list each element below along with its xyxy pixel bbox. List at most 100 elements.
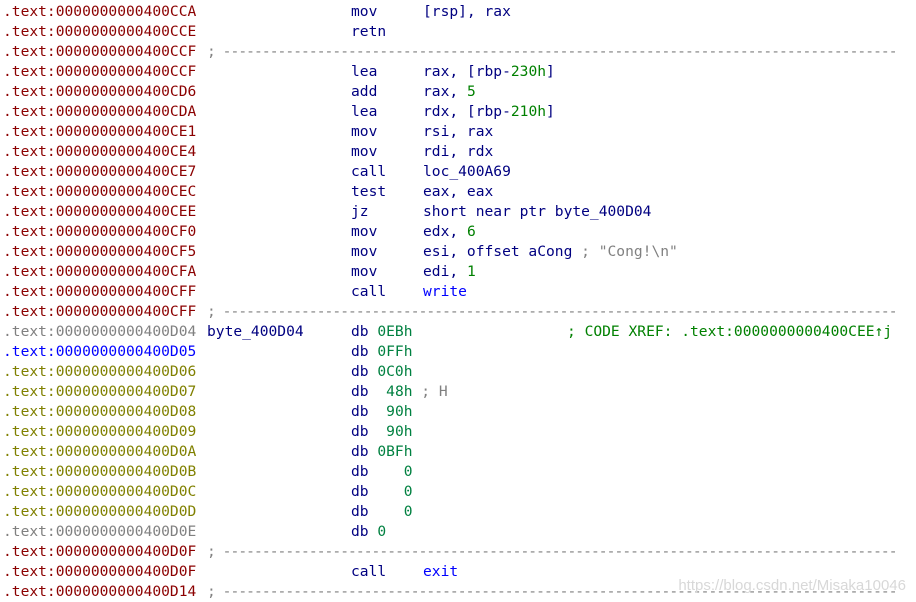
- operand-token[interactable]: 6: [467, 223, 476, 240]
- address[interactable]: .text:0000000000400CCF: [3, 42, 196, 62]
- operands[interactable]: loc_400A69: [423, 162, 511, 182]
- operand-token[interactable]: rax,: [423, 83, 467, 100]
- address[interactable]: .text:0000000000400CD6: [3, 82, 196, 102]
- operand-token[interactable]: write: [423, 283, 467, 300]
- address[interactable]: .text:0000000000400CEE: [3, 202, 196, 222]
- listing-line[interactable]: .text:0000000000400D0E db 0: [0, 522, 916, 542]
- listing-line[interactable]: .text:0000000000400D0D db 0: [0, 502, 916, 522]
- operands[interactable]: rax, [rbp-230h]: [423, 62, 555, 82]
- listing-line[interactable]: .text:0000000000400CF5 mov esi, offset aCo…: [0, 242, 916, 262]
- listing-line[interactable]: .text:0000000000400CCA mov [rsp], rax: [0, 2, 916, 22]
- operand-token[interactable]: 230h: [511, 63, 546, 80]
- listing-line[interactable]: .text:0000000000400CF0 mov edx, 6: [0, 222, 916, 242]
- operand-token[interactable]: 1: [467, 263, 476, 280]
- listing-line[interactable]: .text:0000000000400CFF call write: [0, 282, 916, 302]
- operand-token[interactable]: rax, [rbp-: [423, 63, 511, 80]
- operand-token[interactable]: short near ptr byte_400D04: [423, 203, 651, 220]
- operands[interactable]: rdx, [rbp-210h]: [423, 102, 555, 122]
- address[interactable]: .text:0000000000400CE1: [3, 122, 196, 142]
- operands[interactable]: edx, 6: [423, 222, 476, 242]
- listing-line[interactable]: .text:0000000000400D04 byte_400D04 db 0EBh…: [0, 322, 916, 342]
- address[interactable]: .text:0000000000400D05: [3, 342, 196, 362]
- listing-line[interactable]: .text:0000000000400CEC test eax, eax: [0, 182, 916, 202]
- address[interactable]: .text:0000000000400D0D: [3, 502, 196, 522]
- operands[interactable]: rsi, rax: [423, 122, 493, 142]
- address[interactable]: .text:0000000000400CCE: [3, 22, 196, 42]
- address[interactable]: .text:0000000000400D06: [3, 362, 196, 382]
- operands[interactable]: rdi, rdx: [423, 142, 493, 162]
- listing-line[interactable]: .text:0000000000400D0B db 0: [0, 462, 916, 482]
- mnemonic: db: [351, 503, 404, 520]
- address[interactable]: .text:0000000000400D09: [3, 422, 196, 442]
- address[interactable]: .text:0000000000400CE4: [3, 142, 196, 162]
- listing-line[interactable]: .text:0000000000400D08 db 90h: [0, 402, 916, 422]
- code-label[interactable]: byte_400D04: [207, 322, 304, 342]
- listing-line[interactable]: .text:0000000000400D05 db 0FFh: [0, 342, 916, 362]
- address[interactable]: .text:0000000000400D0A: [3, 442, 196, 462]
- operand-token[interactable]: loc_400A69: [423, 163, 511, 180]
- address[interactable]: .text:0000000000400D0B: [3, 462, 196, 482]
- listing-line[interactable]: .text:0000000000400CDA lea rdx, [rbp-210h]: [0, 102, 916, 122]
- listing-line[interactable]: .text:0000000000400D0F ; ----------------…: [0, 542, 916, 562]
- operand-token[interactable]: rdx, [rbp-: [423, 103, 511, 120]
- data-directive: db 0: [351, 482, 413, 502]
- operand-token[interactable]: rsi, rax: [423, 123, 493, 140]
- listing-line[interactable]: .text:0000000000400CE7 call loc_400A69: [0, 162, 916, 182]
- listing-line[interactable]: .text:0000000000400D09 db 90h: [0, 422, 916, 442]
- listing-line[interactable]: .text:0000000000400CE4 mov rdi, rdx: [0, 142, 916, 162]
- operand-token[interactable]: ]: [546, 103, 555, 120]
- operand-token[interactable]: esi, offset aCong: [423, 243, 581, 260]
- address[interactable]: .text:0000000000400D08: [3, 402, 196, 422]
- address[interactable]: .text:0000000000400D07: [3, 382, 196, 402]
- listing-line[interactable]: .text:0000000000400D0A db 0BFh: [0, 442, 916, 462]
- address[interactable]: .text:0000000000400CFF: [3, 302, 196, 322]
- operand-token[interactable]: eax, eax: [423, 183, 493, 200]
- address[interactable]: .text:0000000000400CDA: [3, 102, 196, 122]
- operands[interactable]: write: [423, 282, 467, 302]
- listing-line[interactable]: .text:0000000000400CEE jz short near ptr b…: [0, 202, 916, 222]
- address[interactable]: .text:0000000000400CFA: [3, 262, 196, 282]
- operands[interactable]: rax, 5: [423, 82, 476, 102]
- address[interactable]: .text:0000000000400CFF: [3, 282, 196, 302]
- address[interactable]: .text:0000000000400CF5: [3, 242, 196, 262]
- listing-line[interactable]: .text:0000000000400D07 db 48h ; H: [0, 382, 916, 402]
- operands[interactable]: [rsp], rax: [423, 2, 511, 22]
- listing-line[interactable]: .text:0000000000400CFA mov edi, 1: [0, 262, 916, 282]
- address[interactable]: .text:0000000000400D0F: [3, 562, 196, 582]
- listing-line[interactable]: .text:0000000000400CD6 add rax, 5: [0, 82, 916, 102]
- address[interactable]: .text:0000000000400CEC: [3, 182, 196, 202]
- operand-token[interactable]: edi,: [423, 263, 467, 280]
- operand-token[interactable]: [rsp], rax: [423, 3, 511, 20]
- operands[interactable]: esi, offset aCong ; "Cong!\n": [423, 242, 678, 262]
- address[interactable]: .text:0000000000400D0F: [3, 542, 196, 562]
- operand-token[interactable]: edx,: [423, 223, 467, 240]
- separator-comment: ; --------------------------------------…: [207, 303, 898, 320]
- disassembly-listing[interactable]: .text:0000000000400CCA mov [rsp], rax .text…: [0, 2, 916, 602]
- address[interactable]: .text:0000000000400CF0: [3, 222, 196, 242]
- operand-token[interactable]: ; "Cong!\n": [581, 243, 678, 260]
- operand-token[interactable]: exit: [423, 563, 458, 580]
- xref-comment[interactable]: ; CODE XREF: .text:0000000000400CEE↑j: [567, 322, 892, 342]
- operands[interactable]: eax, eax: [423, 182, 493, 202]
- listing-line[interactable]: .text:0000000000400CE1 mov rsi, rax: [0, 122, 916, 142]
- listing-line[interactable]: .text:0000000000400D06 db 0C0h: [0, 362, 916, 382]
- operand-token[interactable]: 210h: [511, 103, 546, 120]
- address[interactable]: .text:0000000000400CE7: [3, 162, 196, 182]
- address[interactable]: .text:0000000000400D0E: [3, 522, 196, 542]
- address[interactable]: .text:0000000000400D14: [3, 582, 196, 602]
- operands[interactable]: short near ptr byte_400D04: [423, 202, 651, 222]
- listing-line[interactable]: .text:0000000000400CCF ; ----------------…: [0, 42, 916, 62]
- address[interactable]: .text:0000000000400D04: [3, 322, 196, 342]
- listing-line[interactable]: .text:0000000000400D0C db 0: [0, 482, 916, 502]
- address[interactable]: .text:0000000000400CCF: [3, 62, 196, 82]
- address[interactable]: .text:0000000000400CCA: [3, 2, 196, 22]
- operands[interactable]: edi, 1: [423, 262, 476, 282]
- listing-line[interactable]: .text:0000000000400CFF ; ----------------…: [0, 302, 916, 322]
- operand-token[interactable]: 5: [467, 83, 476, 100]
- operand-token[interactable]: ]: [546, 63, 555, 80]
- operand-token[interactable]: rdi, rdx: [423, 143, 493, 160]
- listing-line[interactable]: .text:0000000000400CCE retn: [0, 22, 916, 42]
- operands[interactable]: exit: [423, 562, 458, 582]
- listing-line[interactable]: .text:0000000000400CCF lea rax, [rbp-230h]: [0, 62, 916, 82]
- address[interactable]: .text:0000000000400D0C: [3, 482, 196, 502]
